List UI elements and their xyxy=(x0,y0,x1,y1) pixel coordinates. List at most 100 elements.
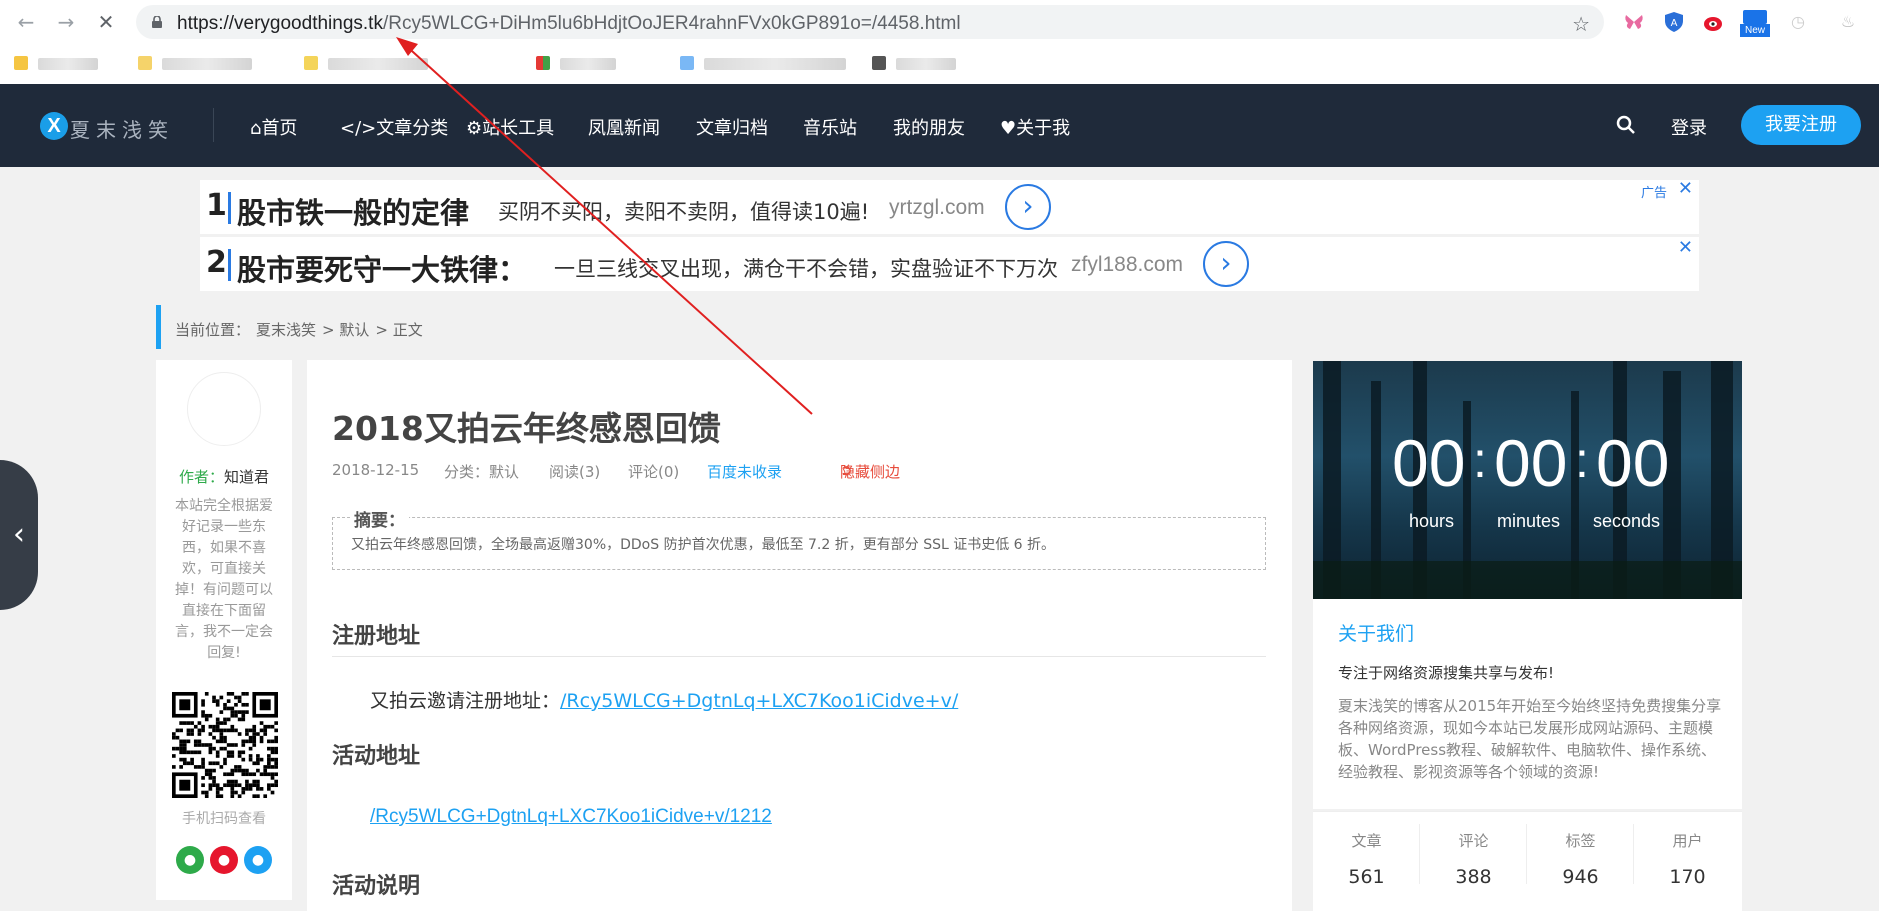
countdown-seconds-label: seconds xyxy=(1593,511,1661,531)
stat-comments: 评论 388 xyxy=(1420,812,1527,911)
forward-icon[interactable]: → xyxy=(54,10,78,34)
author-bio: 本站完全根据爱好记录一些东西，如果不喜欢，可直接关掉！有问题可以直接在下面留言，… xyxy=(175,498,273,661)
register-link[interactable]: /Rcy5WLCG+DgtnLq+LXC7Koo1iCidve+v/ xyxy=(560,690,958,712)
collapse-left-handle[interactable]: ‹ xyxy=(0,460,38,610)
countdown-hours: 00 xyxy=(1392,426,1466,500)
abstract-label: 摘要： xyxy=(350,506,409,531)
avatar xyxy=(187,372,261,446)
about-subtitle: 专注于网络资源搜集共享与发布! xyxy=(1338,664,1555,682)
menu-item-tools[interactable]: ⚙站长工具 xyxy=(466,114,554,140)
ad-go-button[interactable]: › xyxy=(1005,184,1051,230)
ad-title[interactable]: 股市要死守一大铁律： xyxy=(237,247,527,289)
article-date: 2018-12-15 xyxy=(332,461,420,479)
qr-code xyxy=(172,692,278,798)
bookmarks-bar xyxy=(0,46,1879,84)
wechat-icon[interactable]: ● xyxy=(176,846,204,874)
search-icon[interactable] xyxy=(1616,115,1636,135)
countdown-hours-label: hours xyxy=(1409,511,1455,531)
url-host: https://verygoodthings.tk xyxy=(177,13,383,34)
back-icon[interactable]: ← xyxy=(14,10,38,34)
qr-caption: 手机扫码查看 xyxy=(182,811,266,827)
qq-icon[interactable]: ● xyxy=(244,846,272,874)
bookmark-item[interactable] xyxy=(14,54,114,74)
site-logo[interactable]: X 夏末浅笑 xyxy=(40,110,180,142)
countdown-widget: 00 : 00 : 00 hours minutes seconds xyxy=(1313,361,1742,599)
article-category[interactable]: 分类：默认 xyxy=(444,461,519,482)
about-title[interactable]: 关于我们 xyxy=(1338,619,1414,646)
logo-badge: X xyxy=(40,112,68,140)
weibo-icon[interactable]: ● xyxy=(210,846,238,874)
menu-item-home[interactable]: ⌂首页 xyxy=(250,114,297,140)
ad-domain[interactable]: yrtzgl.com xyxy=(889,196,985,220)
abstract-text: 又拍云年终感恩回馈，全场最高返赠30%，DDoS 防护首次优惠，最低至 7.2 … xyxy=(351,537,1056,553)
clock-extension-icon[interactable]: ◷ xyxy=(1786,10,1810,34)
site-header: X 夏末浅笑 ⌂首页 </>文章分类 ⚙站长工具 凤凰新闻 文章归档 音乐站 我… xyxy=(0,84,1879,167)
ad-close-icon[interactable]: ✕ xyxy=(1678,237,1693,258)
menu-item-about[interactable]: ♥关于我 xyxy=(1000,114,1070,140)
ad-tag: 广告 xyxy=(1640,186,1667,201)
bookmark-item[interactable] xyxy=(536,54,626,74)
logo-text: 夏末浅笑 xyxy=(70,118,174,142)
ad-title[interactable]: 股市铁一般的定律 xyxy=(237,190,469,232)
ad-go-button[interactable]: › xyxy=(1203,241,1249,287)
section-heading-description: 活动说明 xyxy=(332,874,421,899)
about-text: 夏末浅笑的博客从2015年开始至今始终坚持免费搜集分享各种网络资源，现如今本站已… xyxy=(1338,697,1722,781)
bookmark-item[interactable] xyxy=(872,54,962,74)
ad-domain[interactable]: zfyl188.com xyxy=(1071,253,1183,277)
menu-item-categories[interactable]: </>文章分类 xyxy=(340,114,448,140)
ad-description[interactable]: 买阴不买阳，卖阳不卖阴，值得读10遍! xyxy=(498,196,869,226)
gear-icon: ⚙ xyxy=(466,118,483,139)
menu-extension-icon[interactable]: ♨ xyxy=(1836,10,1860,34)
section-heading-register: 注册地址 xyxy=(332,624,421,649)
ad-close-icon[interactable]: ✕ xyxy=(1678,178,1693,199)
address-row: ← → ✕ https://verygoodthings.tk/Rcy5WLCG… xyxy=(0,0,1879,44)
url-path: /Rcy5WLCG+DiHm5lu6bHdjtOoJER4rahnFVx0kGP… xyxy=(382,13,961,34)
stat-users: 用户 170 xyxy=(1669,832,1706,888)
article-comments[interactable]: 评论(0) xyxy=(628,461,679,482)
countdown-minutes: 00 xyxy=(1494,426,1568,500)
register-button[interactable]: 我要注册 xyxy=(1741,105,1861,145)
site-stats: 文章 561 评论 388 标签 946 用户 170 xyxy=(1313,811,1742,911)
section-heading-activity: 活动地址 xyxy=(332,744,421,769)
home-icon: ⌂ xyxy=(250,118,262,139)
url-text: https://verygoodthings.tk/Rcy5WLCG+DiHm5… xyxy=(177,13,961,35)
ad-banner-1[interactable]: 1 股市铁一般的定律 买阴不买阳，卖阳不卖阴，值得读10遍! yrtzgl.co… xyxy=(200,178,1699,234)
article: 2018又拍云年终感恩回馈 2018-12-15 分类：默认 阅读(3) 评论(… xyxy=(307,360,1292,911)
countdown-seconds: 00 xyxy=(1596,426,1670,500)
code-icon: </> xyxy=(340,118,377,139)
weibo-extension-icon[interactable] xyxy=(1702,10,1726,34)
countdown-minutes-label: minutes xyxy=(1497,511,1561,531)
menu-item-friends[interactable]: 我的朋友 xyxy=(893,114,965,140)
breadcrumb: 当前位置： 夏末浅笑 > 默认 > 正文 xyxy=(156,305,1736,349)
bookmark-item[interactable] xyxy=(680,54,850,74)
breadcrumb-category[interactable]: > 默认 xyxy=(322,321,369,339)
bookmark-item[interactable] xyxy=(138,54,258,74)
abstract-box: 摘要： 又拍云年终感恩回馈，全场最高返赠30%，DDoS 防护首次优惠，最低至 … xyxy=(332,506,1266,570)
breadcrumb-home[interactable]: 夏末浅笑 xyxy=(256,321,316,339)
stat-articles: 文章 561 xyxy=(1313,812,1420,911)
ad-number: 2 xyxy=(206,245,227,280)
activity-link[interactable]: /Rcy5WLCG+DgtnLq+LXC7Koo1iCidve+v/1212 xyxy=(370,806,772,828)
breadcrumb-accent xyxy=(156,305,161,349)
countdown-sep: : xyxy=(1473,432,1487,488)
new-extension-icon[interactable]: New xyxy=(1740,8,1770,38)
shield-extension-icon[interactable]: A xyxy=(1662,10,1686,34)
svg-text:A: A xyxy=(1671,18,1678,29)
browser-chrome: ← → ✕ https://verygoodthings.tk/Rcy5WLCG… xyxy=(0,0,1879,84)
stop-icon[interactable]: ✕ xyxy=(94,10,118,34)
breadcrumb-text: 当前位置： 夏末浅笑 > 默认 > 正文 xyxy=(175,319,429,340)
article-title: 2018又拍云年终感恩回馈 xyxy=(332,409,721,448)
register-paragraph: 又拍云邀请注册地址：/Rcy5WLCG+DgtnLq+LXC7Koo1iCidv… xyxy=(370,690,959,712)
bookmark-item[interactable] xyxy=(304,54,428,74)
butterfly-extension-icon[interactable] xyxy=(1622,10,1646,34)
login-link[interactable]: 登录 xyxy=(1671,114,1707,140)
ad-description[interactable]: 一旦三线交叉出现，满仓干不会错，实盘验证不下万次 xyxy=(554,253,1058,283)
menu-item-news[interactable]: 凤凰新闻 xyxy=(588,114,660,140)
baidu-status[interactable]: 百度未收录 xyxy=(707,461,782,482)
menu-item-music[interactable]: 音乐站 xyxy=(803,114,857,140)
address-bar[interactable]: https://verygoodthings.tk/Rcy5WLCG+DiHm5… xyxy=(136,5,1604,39)
ad-banner-2[interactable]: 2 股市要死守一大铁律： 一旦三线交叉出现，满仓干不会错，实盘验证不下万次 zf… xyxy=(200,237,1699,291)
menu-item-archive[interactable]: 文章归档 xyxy=(696,114,768,140)
ad-accent-bar xyxy=(228,192,231,224)
bookmark-star-icon[interactable]: ☆ xyxy=(1572,12,1590,36)
